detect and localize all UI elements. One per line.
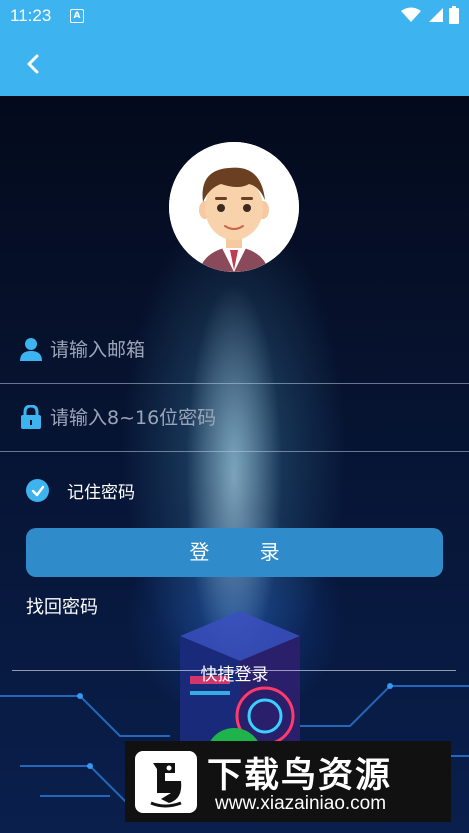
password-field[interactable]: 请输入8~16位密码 (0, 385, 469, 452)
email-placeholder: 请输入邮箱 (50, 339, 146, 361)
quick-login-label: 快捷登录 (200, 665, 269, 685)
signal-icon (429, 8, 443, 22)
user-avatar (169, 142, 299, 272)
back-chevron-icon[interactable] (20, 50, 48, 78)
watermark-title: 下载鸟资源 (207, 756, 393, 796)
wifi-icon (401, 7, 421, 22)
email-field[interactable]: 请输入邮箱 (0, 317, 469, 384)
watermark-banner: 下载鸟资源 www.xiazainiao.com (125, 741, 451, 822)
forgot-password-link[interactable]: 找回密码 (26, 593, 98, 619)
status-icons (401, 6, 459, 24)
checkmark-icon (31, 485, 44, 496)
cartoon-boy-avatar-icon (169, 142, 299, 272)
bird-logo-icon (135, 751, 197, 813)
remember-password-row[interactable]: 记住密码 (26, 478, 135, 503)
quick-login-section: 快捷登录 (0, 660, 469, 685)
notification-icon: A (70, 9, 84, 23)
status-bar: 11:23 A (0, 0, 469, 32)
watermark-url: www.xiazainiao.com (215, 793, 387, 814)
lock-icon (21, 405, 41, 429)
login-button[interactable]: 登 录 (26, 528, 443, 577)
password-placeholder: 请输入8~16位密码 (50, 407, 217, 429)
user-icon (20, 338, 42, 361)
status-time: 11:23 (10, 6, 52, 25)
remember-checkbox[interactable] (26, 479, 49, 502)
remember-label: 记住密码 (67, 483, 135, 503)
battery-icon (449, 6, 459, 24)
app-bar (0, 32, 469, 96)
